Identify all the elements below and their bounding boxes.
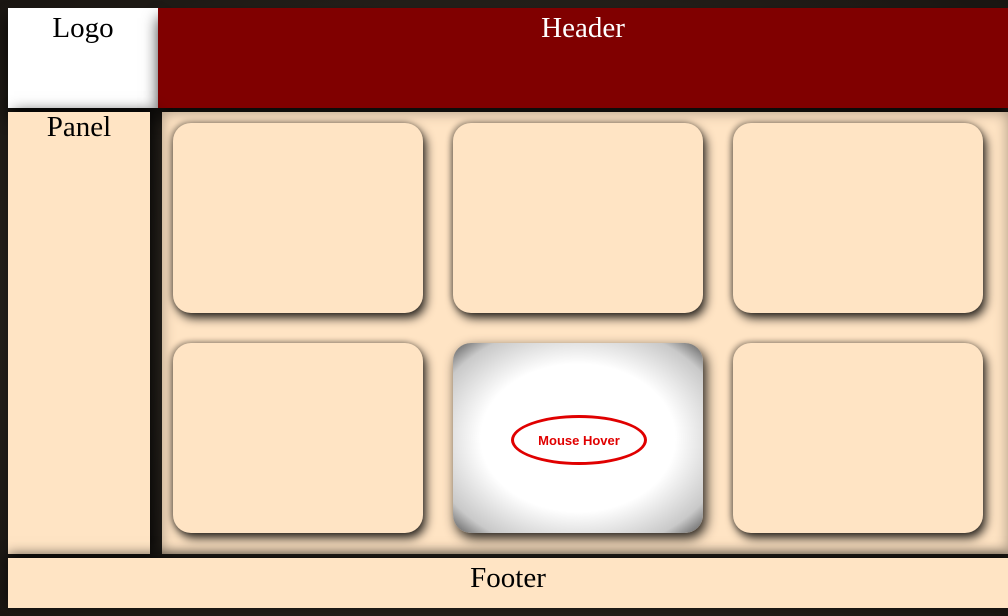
card-1[interactable] <box>173 123 423 313</box>
header: Header <box>158 8 1008 108</box>
footer: Footer <box>8 558 1008 608</box>
side-panel: Panel <box>8 112 150 554</box>
card-6[interactable] <box>733 343 983 533</box>
hover-label: Mouse Hover <box>538 432 620 448</box>
logo[interactable]: Logo <box>8 8 158 108</box>
card-3[interactable] <box>733 123 983 313</box>
panel-title: Panel <box>46 111 112 143</box>
footer-label: Footer <box>470 562 546 594</box>
content-area: Mouse Hover <box>162 112 1008 554</box>
card-4[interactable] <box>173 343 423 533</box>
header-title: Header <box>541 12 625 44</box>
logo-label: Logo <box>52 12 114 44</box>
card-5-hovered[interactable]: Mouse Hover <box>453 343 703 533</box>
card-2[interactable] <box>453 123 703 313</box>
page-frame: Logo Header Panel Mouse Hover Footer <box>0 0 1008 616</box>
hover-highlight-ellipse: Mouse Hover <box>511 415 647 465</box>
